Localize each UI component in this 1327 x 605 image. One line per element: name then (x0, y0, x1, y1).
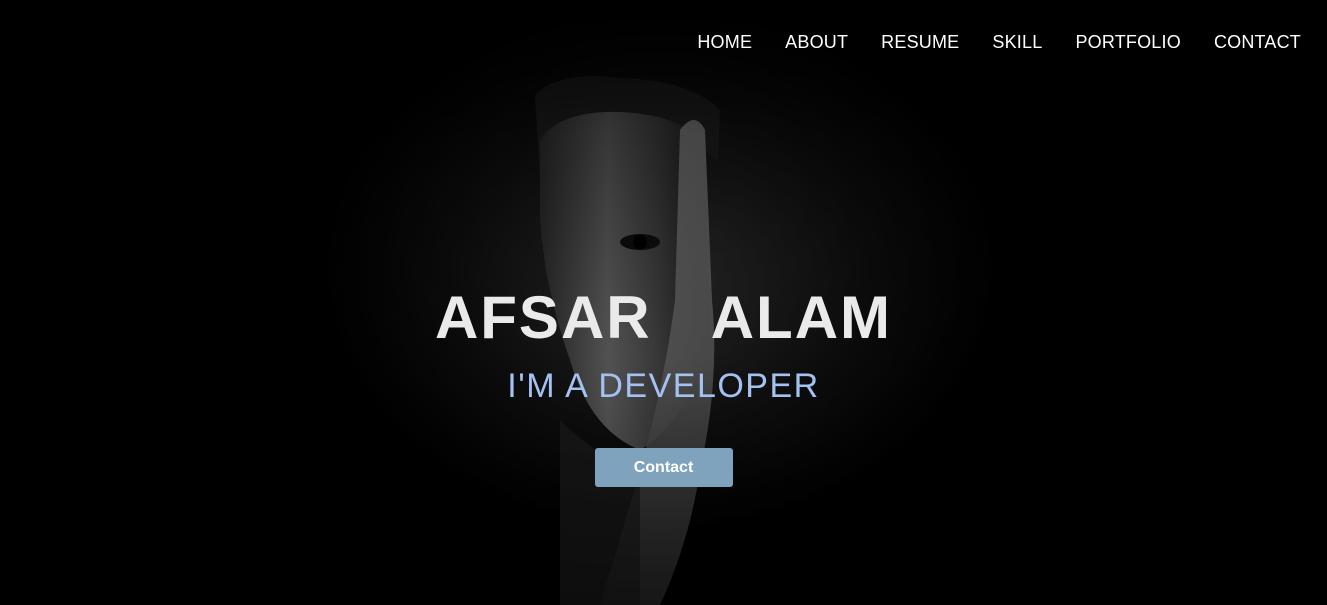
nav-link-about[interactable]: ABOUT (785, 30, 848, 54)
hero-content: AFSAR ALAM I'M A DEVELOPER Contact (0, 282, 1327, 487)
nav-link-home[interactable]: HOME (697, 30, 752, 54)
hero-tagline: I'M A DEVELOPER (507, 367, 820, 405)
nav-link-resume[interactable]: RESUME (881, 30, 959, 54)
nav-link-contact[interactable]: CONTACT (1214, 30, 1301, 54)
contact-button[interactable]: Contact (594, 448, 733, 487)
nav-link-portfolio[interactable]: PORTFOLIO (1075, 30, 1181, 54)
nav-link-skill[interactable]: SKILL (992, 30, 1042, 54)
hero-name: AFSAR ALAM (434, 284, 893, 351)
hero-section: HOME ABOUT RESUME SKILL PORTFOLIO CONTAC… (0, 0, 1327, 605)
main-navigation: HOME ABOUT RESUME SKILL PORTFOLIO CONTAC… (664, 30, 1301, 54)
